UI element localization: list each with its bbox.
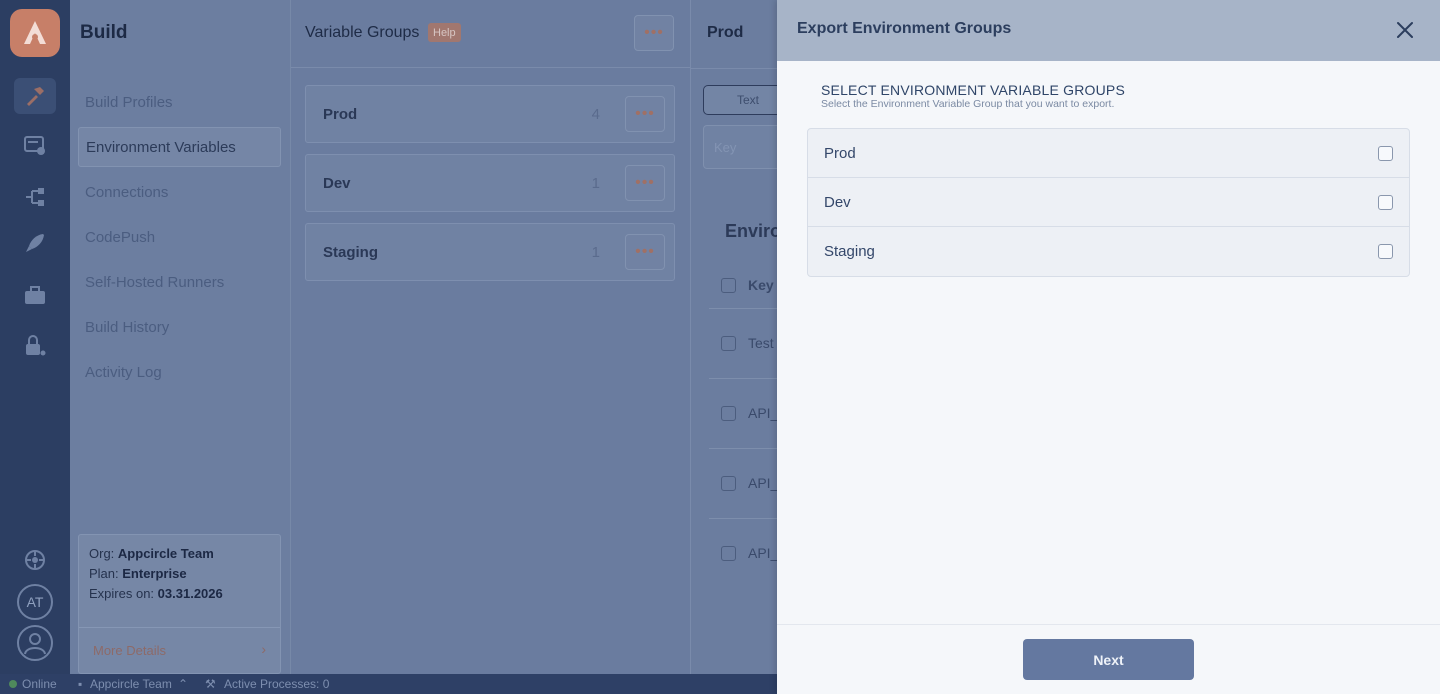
group-detail-panel: Prod Text Key Enviro Key Test API_ API_ … (690, 0, 793, 674)
option-checkbox[interactable] (1378, 195, 1393, 210)
group-count: 4 (591, 106, 600, 123)
nav-item-self-hosted-runners[interactable]: Self-Hosted Runners (78, 262, 281, 302)
nav-item-codepush[interactable]: CodePush (78, 217, 281, 257)
footer-divider (777, 624, 1440, 625)
nav-item-connections[interactable]: Connections (78, 172, 281, 212)
nav-item-environment-variables[interactable]: Environment Variables (78, 127, 281, 167)
group-name: Dev (323, 175, 351, 192)
row-checkbox[interactable] (721, 546, 736, 561)
export-option-prod[interactable]: Prod (808, 129, 1409, 178)
chevron-right-icon[interactable]: › (261, 641, 266, 657)
env-section-title: Enviro (725, 221, 782, 241)
connections-icon[interactable] (20, 182, 50, 212)
section-subtitle: Select the Environment Variable Group th… (821, 98, 1115, 110)
group-count: 1 (591, 175, 600, 192)
option-label: Prod (824, 145, 856, 162)
icon-rail: AT (0, 0, 70, 674)
row-divider (709, 448, 780, 449)
group-select-list: Prod Dev Staging (807, 128, 1410, 277)
group-row-staging[interactable]: Staging 1 ••• (305, 223, 675, 281)
team-icon: ▪ (78, 677, 83, 691)
briefcase-icon[interactable] (20, 281, 50, 311)
row-key: API_ (748, 475, 779, 491)
detail-divider (691, 68, 780, 69)
group-name: Staging (323, 244, 378, 261)
export-panel-title: Export Environment Groups (797, 20, 1012, 37)
lock-user-icon[interactable] (20, 331, 50, 361)
row-checkbox[interactable] (721, 406, 736, 421)
avatar-initials[interactable]: AT (17, 584, 53, 620)
option-checkbox[interactable] (1378, 146, 1393, 161)
org-card-divider (79, 627, 280, 628)
org-info-card: Org: Appcircle Team Plan: Enterprise Exp… (78, 534, 281, 674)
group-more-button[interactable]: ••• (625, 96, 665, 132)
row-checkbox[interactable] (721, 476, 736, 491)
variable-groups-header: Variable Groups Help ••• (291, 0, 691, 68)
team-name[interactable]: Appcircle Team (90, 677, 172, 691)
close-icon[interactable] (1394, 19, 1416, 41)
help-badge[interactable]: Help (428, 23, 461, 42)
export-environment-groups-panel: Export Environment Groups SELECT ENVIRON… (777, 0, 1440, 694)
gear-icon[interactable] (20, 545, 50, 575)
chevron-up-icon[interactable]: ⌃ (178, 677, 188, 691)
rocket-icon[interactable] (20, 228, 50, 258)
plan-line: Plan: Enterprise (89, 566, 187, 581)
row-key: API_ (748, 405, 779, 421)
key-column-header: Key (748, 277, 774, 293)
build-nav: Build Build Profiles Environment Variabl… (70, 0, 290, 674)
hammer-icon[interactable] (14, 78, 56, 114)
status-bar: Online ▪ Appcircle Team ⌃ ⚒ Active Proce… (0, 674, 777, 694)
export-panel-header: Export Environment Groups (777, 0, 1440, 61)
org-line: Org: Appcircle Team (89, 546, 214, 561)
appcircle-logo-icon[interactable] (10, 9, 60, 57)
more-details-link[interactable]: More Details (93, 643, 166, 658)
active-processes: Active Processes: 0 (224, 677, 330, 691)
row-checkbox[interactable] (721, 336, 736, 351)
group-row-dev[interactable]: Dev 1 ••• (305, 154, 675, 212)
groups-more-button[interactable]: ••• (634, 15, 674, 51)
option-label: Dev (824, 194, 851, 211)
option-checkbox[interactable] (1378, 244, 1393, 259)
online-status: Online (22, 677, 57, 691)
next-button[interactable]: Next (1023, 639, 1194, 680)
hammer-icon: ⚒ (205, 677, 216, 691)
row-key: Test (748, 335, 774, 351)
row-divider (709, 308, 780, 309)
nav-item-build-profiles[interactable]: Build Profiles (78, 82, 281, 122)
online-status-dot (9, 680, 17, 688)
nav-item-build-history[interactable]: Build History (78, 307, 281, 347)
group-count: 1 (591, 244, 600, 261)
row-divider (709, 378, 780, 379)
app-window: AT Build Build Profiles Environment Vari… (0, 0, 1440, 694)
variable-groups-title: Variable Groups (305, 24, 420, 41)
row-divider (709, 518, 780, 519)
expires-line: Expires on: 03.31.2026 (89, 586, 223, 601)
nav-title: Build (80, 22, 128, 43)
variable-groups-panel: Variable Groups Help ••• Prod 4 ••• Dev … (290, 0, 691, 674)
nav-item-activity-log[interactable]: Activity Log (78, 352, 281, 392)
export-option-dev[interactable]: Dev (808, 178, 1409, 227)
export-option-staging[interactable]: Staging (808, 227, 1409, 276)
group-row-prod[interactable]: Prod 4 ••• (305, 85, 675, 143)
option-label: Staging (824, 243, 875, 260)
group-more-button[interactable]: ••• (625, 165, 665, 201)
group-more-button[interactable]: ••• (625, 234, 665, 270)
user-icon[interactable] (17, 625, 53, 661)
row-key: API_ (748, 545, 779, 561)
select-all-checkbox[interactable] (721, 278, 736, 293)
section-title: SELECT ENVIRONMENT VARIABLE GROUPS (821, 82, 1125, 98)
group-name: Prod (323, 106, 358, 123)
detail-title: Prod (707, 24, 744, 41)
certificate-icon[interactable] (20, 130, 50, 160)
